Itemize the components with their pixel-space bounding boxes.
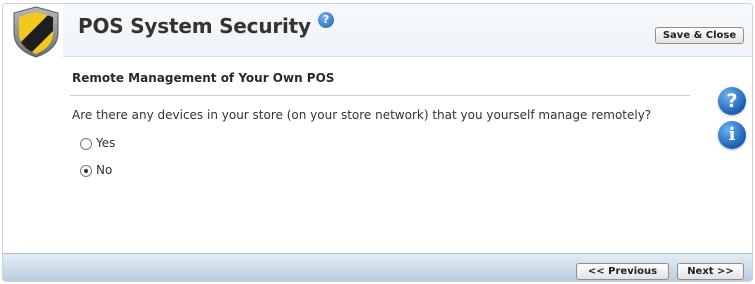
next-button[interactable]: Next >>	[677, 263, 744, 280]
title-help-icon[interactable]: ?	[318, 12, 334, 28]
info-icon[interactable]: i	[718, 121, 746, 149]
section-divider	[70, 95, 690, 96]
radio-no[interactable]	[80, 165, 92, 177]
option-yes-label: Yes	[96, 136, 116, 150]
page-title: POS System Security	[78, 14, 311, 38]
save-close-button[interactable]: Save & Close	[655, 27, 744, 44]
help-icon[interactable]: ?	[718, 87, 746, 115]
radio-yes[interactable]	[80, 138, 92, 150]
option-no-label: No	[96, 163, 113, 177]
previous-button[interactable]: << Previous	[576, 263, 669, 280]
shield-icon	[13, 6, 59, 58]
question-text: Are there any devices in your store (on …	[72, 108, 652, 122]
section-title: Remote Management of Your Own POS	[72, 71, 335, 85]
